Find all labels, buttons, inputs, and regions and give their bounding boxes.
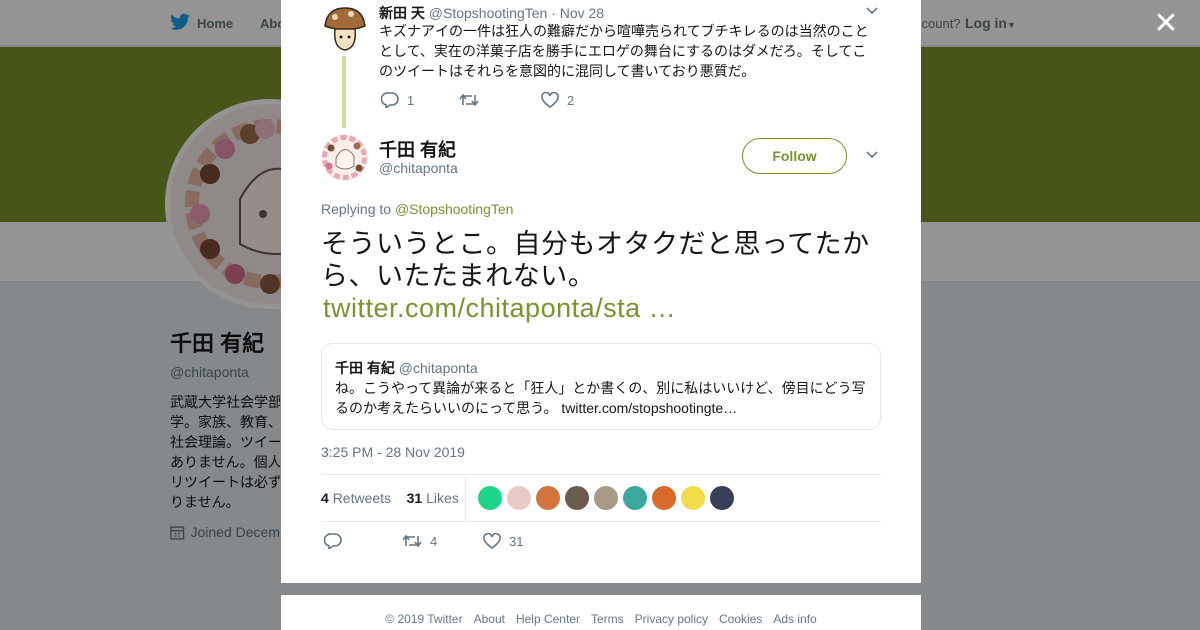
thread-connector-line [342,56,346,128]
close-icon[interactable]: ✕ [1152,9,1180,39]
footer-link[interactable]: Ads info [773,612,816,626]
likes-label: Likes [426,490,459,506]
footer-link[interactable]: Help Center [516,612,580,626]
parent-author-handle[interactable]: @StopshootingTen [429,5,548,21]
replying-prefix: Replying to [321,201,395,217]
chevron-down-icon[interactable] [866,148,878,162]
stats-divider [465,475,466,522]
like-button[interactable]: 2 [541,92,574,108]
retweet-button[interactable] [459,92,541,108]
tweet-text: そういうとこ。自分もオタクだと思ってたから、いたたまれない。 twitter.c… [321,228,881,324]
footer-link[interactable]: Cookies [719,612,762,626]
retweet-icon [402,534,422,548]
like-count: 31 [509,533,524,549]
quoted-author-handle: @chitaponta [398,360,478,376]
tweet-stats: 4 Retweets 31 Likes [321,474,881,522]
reply-icon [324,533,342,549]
tweet-timestamp[interactable]: 3:25 PM - 28 Nov 2019 [321,444,465,460]
quoted-author-name: 千田 有紀 [335,360,395,376]
retweet-button[interactable]: 4 [402,533,483,549]
heart-icon [483,533,501,549]
quoted-tweet[interactable]: 千田 有紀 @chitaponta ね。こうやって異論が来ると「狂人」とか書くの… [321,343,881,430]
parent-tweet-actions: 1 2 [381,92,574,108]
author-avatar[interactable] [321,134,368,181]
footer-links: © 2019 Twitter About Help Center Terms Priva… [281,595,921,626]
parent-tweet-date[interactable]: · Nov 28 [551,5,604,21]
reply-button[interactable] [324,533,402,549]
liker-avatar[interactable] [507,486,531,510]
reply-count: 1 [407,92,415,108]
retweet-count: 4 [430,533,438,549]
retweet-icon [459,93,479,107]
parent-tweet-header: 新田 天 @StopshootingTen · Nov 28 [379,3,604,23]
tweet-link[interactable]: twitter.com/chitaponta/sta … [323,292,881,324]
liker-avatar[interactable] [623,486,647,510]
chevron-down-icon[interactable] [866,4,878,18]
reply-button[interactable]: 1 [381,92,459,108]
liker-avatar[interactable] [681,486,705,510]
tweet-body: そういうとこ。自分もオタクだと思ってたから、いたたまれない。 [321,229,870,291]
tweet-actions: 4 31 [324,533,523,549]
footer-link[interactable]: Privacy policy [635,612,708,626]
tweet-modal: 新田 天 @StopshootingTen · Nov 28 キズナアイの一件は… [281,0,921,583]
heart-icon [541,92,559,108]
replying-to-link[interactable]: @StopshootingTen [395,201,514,217]
liker-avatar[interactable] [565,486,589,510]
retweets-label: Retweets [332,490,392,506]
footer-link: © 2019 Twitter [385,612,463,626]
liker-avatars [478,486,734,510]
mushroom-avatar[interactable] [321,4,369,52]
parent-tweet-text: キズナアイの一件は狂人の難癖だから喧嘩売られてブチキレるのは当然のこととして、実… [379,23,869,79]
likes-stat[interactable]: 31 Likes [407,490,459,506]
liker-avatar[interactable] [710,486,734,510]
quoted-tweet-header: 千田 有紀 @chitaponta [335,358,478,378]
footer-link[interactable]: About [474,612,505,626]
author-name[interactable]: 千田 有紀 [379,136,456,162]
retweets-stat[interactable]: 4 Retweets [321,490,391,506]
likes-number: 31 [406,490,423,506]
like-count: 2 [567,92,575,108]
replying-to: Replying to @StopshootingTen [321,201,513,217]
footer-link[interactable]: Terms [591,612,624,626]
liker-avatar[interactable] [478,486,502,510]
like-button[interactable]: 31 [483,533,523,549]
liker-avatar[interactable] [594,486,618,510]
engagement-counts: 4 Retweets 31 Likes [321,490,459,506]
liker-avatar[interactable] [536,486,560,510]
liker-avatar[interactable] [652,486,676,510]
author-handle[interactable]: @chitaponta [379,160,458,176]
follow-button[interactable]: Follow [742,138,847,174]
quoted-link[interactable]: twitter.com/stopshootingte… [561,400,737,416]
quoted-tweet-text: ね。こうやって異論が来ると「狂人」とか書くの、別に私はいいけど、傍目にどう写るの… [335,378,870,418]
footer: © 2019 Twitter About Help Center Terms Priva… [281,595,921,630]
reply-icon [381,92,399,108]
parent-author-name[interactable]: 新田 天 [379,5,425,21]
retweets-number: 4 [321,490,329,506]
